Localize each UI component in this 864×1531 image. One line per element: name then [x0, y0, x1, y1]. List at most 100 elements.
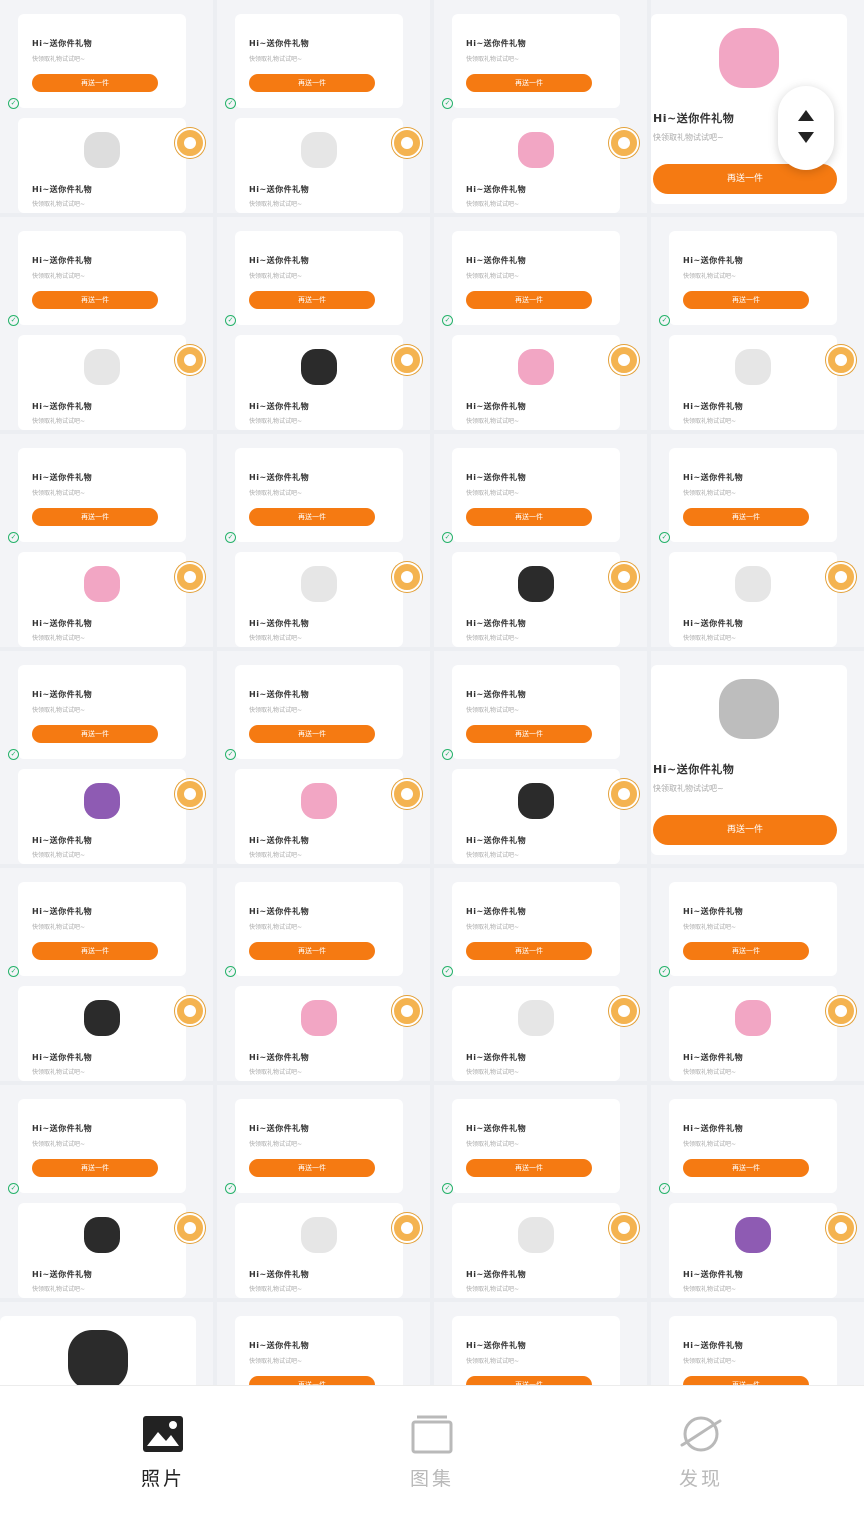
send-another-button[interactable]: 再送一件 — [32, 942, 158, 960]
gift-card: Hi~送你件礼物快领取礼物试试吧~再送一件 — [235, 1099, 403, 1193]
nav-label-albums: 图集 — [409, 1468, 454, 1490]
send-another-button[interactable]: 再送一件 — [683, 508, 809, 526]
photo-thumbnail[interactable]: Hi~送你件礼物快领取礼物试试吧~再送一件Hi~送你件礼物快领取礼物试试吧~✓ — [217, 1302, 430, 1385]
gift-card-title: Hi~送你件礼物 — [249, 185, 310, 194]
photo-thumbnail[interactable]: Hi~送你件礼物快领取礼物试试吧~再送一件 — [0, 1302, 213, 1385]
gift-card-title: Hi~送你件礼物 — [466, 39, 527, 48]
send-another-button[interactable]: 再送一件 — [466, 1159, 592, 1177]
photo-thumbnail[interactable]: Hi~送你件礼物快领取礼物试试吧~再送一件Hi~送你件礼物快领取礼物试试吧~✓ — [217, 868, 430, 1081]
photo-thumbnail[interactable]: Hi~送你件礼物快领取礼物试试吧~再送一件Hi~送你件礼物快领取礼物试试吧~✓ — [434, 1302, 647, 1385]
gift-item-image — [518, 1000, 554, 1036]
send-another-button[interactable]: 再送一件 — [683, 291, 809, 309]
photo-thumbnail[interactable]: Hi~送你件礼物快领取礼物试试吧~再送一件Hi~送你件礼物快领取礼物试试吧~✓ — [217, 434, 430, 647]
photo-thumbnail[interactable]: Hi~送你件礼物快领取礼物试试吧~再送一件Hi~送你件礼物快领取礼物试试吧~✓ — [0, 868, 213, 1081]
gift-item-image — [301, 349, 337, 385]
send-another-button[interactable]: 再送一件 — [32, 508, 158, 526]
send-another-button[interactable]: 再送一件 — [466, 74, 592, 92]
gift-badge-icon — [826, 1213, 856, 1243]
photo-thumbnail[interactable]: Hi~送你件礼物快领取礼物试试吧~再送一件Hi~送你件礼物快领取礼物试试吧~✓ — [217, 1085, 430, 1298]
photo-thumbnail[interactable]: Hi~送你件礼物快领取礼物试试吧~再送一件Hi~送你件礼物快领取礼物试试吧~✓ — [651, 217, 864, 430]
send-another-button[interactable]: 再送一件 — [466, 508, 592, 526]
send-another-button[interactable]: 再送一件 — [249, 1159, 375, 1177]
gift-badge-icon — [826, 562, 856, 592]
photo-thumbnail[interactable]: Hi~送你件礼物快领取礼物试试吧~再送一件 — [651, 651, 864, 864]
gift-item-image — [84, 566, 120, 602]
photo-thumbnail[interactable]: Hi~送你件礼物快领取礼物试试吧~再送一件Hi~送你件礼物快领取礼物试试吧~✓ — [0, 651, 213, 864]
send-another-button[interactable]: 再送一件 — [683, 942, 809, 960]
send-another-button[interactable]: 再送一件 — [466, 1376, 592, 1385]
photo-thumbnail[interactable]: Hi~送你件礼物快领取礼物试试吧~再送一件Hi~送你件礼物快领取礼物试试吧~✓ — [434, 651, 647, 864]
gift-card-title: Hi~送你件礼物 — [249, 1124, 310, 1133]
send-another-button[interactable]: 再送一件 — [249, 74, 375, 92]
gift-card-title: Hi~送你件礼物 — [683, 907, 744, 916]
gift-card: Hi~送你件礼物快领取礼物试试吧~ 再送一件 — [235, 665, 403, 759]
gift-card-title: Hi~送你件礼物 — [249, 256, 310, 265]
gift-badge-icon — [609, 779, 639, 809]
photo-thumbnail[interactable]: Hi~送你件礼物快领取礼物试试吧~再送一件Hi~送你件礼物快领取礼物试试吧~✓ — [0, 1085, 213, 1298]
send-another-button[interactable]: 再送一件 — [32, 291, 158, 309]
gift-card: Hi~送你件礼物快领取礼物试试吧~再送一件 — [18, 1099, 186, 1193]
send-another-button[interactable]: 再送一件 — [32, 1159, 158, 1177]
gift-card-subtitle: 快领取礼物试试吧~ — [32, 56, 86, 63]
gift-card: Hi~送你件礼物快领取礼物试试吧~再送一件 — [669, 1316, 837, 1385]
gift-card-title: Hi~送你件礼物 — [683, 1341, 744, 1350]
check-icon: ✓ — [442, 1183, 453, 1194]
nav-item-albums[interactable]: 图集 — [372, 1412, 492, 1492]
send-another-button[interactable]: 再送一件 — [249, 942, 375, 960]
send-another-button[interactable]: 再送一件 — [683, 1376, 809, 1385]
photo-thumbnail[interactable]: Hi~送你件礼物快领取礼物试试吧~再送一件Hi~送你件礼物快领取礼物试试吧~✓ — [0, 0, 213, 213]
send-another-button[interactable]: 再送一件 — [249, 291, 375, 309]
photo-thumbnail[interactable]: Hi~送你件礼物快领取礼物试试吧~再送一件Hi~送你件礼物快领取礼物试试吧~✓ — [651, 434, 864, 647]
gift-card: Hi~送你件礼物快领取礼物试试吧~再送一件 — [452, 1316, 620, 1385]
nav-item-discover[interactable]: 发现 — [641, 1412, 761, 1492]
photo-thumbnail[interactable]: Hi~送你件礼物快领取礼物试试吧~再送一件Hi~送你件礼物快领取礼物试试吧~✓ — [434, 868, 647, 1081]
gift-card-subtitle: 快领取礼物试试吧~ — [466, 201, 520, 208]
photo-thumbnail[interactable]: Hi~送你件礼物快领取礼物试试吧~再送一件Hi~送你件礼物快领取礼物试试吧~✓ — [0, 434, 213, 647]
gift-badge-icon — [609, 562, 639, 592]
photo-thumbnail[interactable]: Hi~送你件礼物快领取礼物试试吧~再送一件Hi~送你件礼物快领取礼物试试吧~✓ — [434, 434, 647, 647]
fast-scroll-button[interactable] — [778, 86, 834, 170]
photo-thumbnail[interactable]: Hi~送你件礼物快领取礼物试试吧~再送一件Hi~送你件礼物快领取礼物试试吧~✓ — [0, 217, 213, 430]
gift-item-image — [301, 132, 337, 168]
gift-card-subtitle: 快领取礼物试试吧~ — [653, 784, 724, 793]
photo-thumbnail[interactable]: Hi~送你件礼物快领取礼物试试吧~再送一件Hi~送你件礼物快领取礼物试试吧~✓ — [217, 651, 430, 864]
photo-grid[interactable]: Hi~送你件礼物 快领取礼物试试吧~ 再送一件 Hi~送你件礼物 快领取礼物试试吧~ ✓ H… — [0, 0, 864, 1385]
gift-card-title: Hi~送你件礼物 — [249, 690, 310, 699]
gift-card-subtitle: 快领取礼物试试吧~ — [32, 418, 86, 425]
send-another-button[interactable]: 再送一件 — [466, 291, 592, 309]
gift-card: Hi~送你件礼物 快领取礼物试试吧~ — [669, 986, 837, 1081]
photo-thumbnail[interactable]: Hi~送你件礼物快领取礼物试试吧~再送一件Hi~送你件礼物快领取礼物试试吧~✓ — [434, 217, 647, 430]
check-icon: ✓ — [8, 98, 19, 109]
photo-thumbnail[interactable]: Hi~送你件礼物快领取礼物试试吧~再送一件Hi~送你件礼物快领取礼物试试吧~✓ — [434, 1085, 647, 1298]
gift-card-subtitle: 快领取礼物试试吧~ — [32, 273, 86, 280]
photo-thumbnail[interactable]: Hi~送你件礼物快领取礼物试试吧~再送一件Hi~送你件礼物快领取礼物试试吧~✓ — [434, 0, 647, 213]
gift-card: Hi~送你件礼物快领取礼物试试吧~再送一件 — [669, 882, 837, 976]
gift-card: Hi~送你件礼物快领取礼物试试吧~再送一件 — [235, 448, 403, 542]
gift-item-image — [518, 132, 554, 168]
nav-item-photos[interactable]: 照片 — [103, 1412, 223, 1492]
gift-card-subtitle: 快领取礼物试试吧~ — [249, 707, 303, 714]
send-another-button[interactable]: 再送一件 — [249, 725, 375, 743]
send-another-button[interactable]: 再送一件 — [32, 74, 158, 92]
gift-card: Hi~送你件礼物快领取礼物试试吧~再送一件 — [669, 231, 837, 325]
gift-card-subtitle: 快领取礼物试试吧~ — [249, 490, 303, 497]
gift-card: Hi~送你件礼物快领取礼物试试吧~再送一件 — [0, 1316, 196, 1385]
gift-badge-icon — [175, 128, 205, 158]
send-another-button[interactable]: 再送一件 — [653, 815, 837, 845]
photo-thumbnail[interactable]: Hi~送你件礼物快领取礼物试试吧~再送一件Hi~送你件礼物快领取礼物试试吧~✓ — [217, 0, 430, 213]
send-another-button[interactable]: 再送一件 — [32, 725, 158, 743]
gift-item-image — [735, 566, 771, 602]
gift-badge-icon — [175, 779, 205, 809]
send-another-button[interactable]: 再送一件 — [683, 1159, 809, 1177]
photo-thumbnail[interactable]: Hi~送你件礼物快领取礼物试试吧~再送一件Hi~送你件礼物快领取礼物试试吧~✓ — [651, 1085, 864, 1298]
photo-thumbnail[interactable]: Hi~送你件礼物快领取礼物试试吧~再送一件Hi~送你件礼物快领取礼物试试吧~✓ — [217, 217, 430, 430]
send-another-button[interactable]: 再送一件 — [249, 1376, 375, 1385]
nav-label-discover: 发现 — [678, 1468, 723, 1490]
photo-thumbnail[interactable]: Hi~送你件礼物快领取礼物试试吧~再送一件Hi~送你件礼物快领取礼物试试吧~✓ — [651, 1302, 864, 1385]
send-another-button[interactable]: 再送一件 — [466, 942, 592, 960]
photo-thumbnail[interactable]: Hi~送你件礼物快领取礼物试试吧~再送一件Hi~送你件礼物快领取礼物试试吧~✓ — [651, 868, 864, 1081]
send-another-button[interactable]: 再送一件 — [249, 508, 375, 526]
gift-card: Hi~送你件礼物快领取礼物试试吧~再送一件 — [669, 448, 837, 542]
send-another-button[interactable]: 再送一件 — [466, 725, 592, 743]
gift-card-title: Hi~送你件礼物 — [683, 1270, 744, 1279]
